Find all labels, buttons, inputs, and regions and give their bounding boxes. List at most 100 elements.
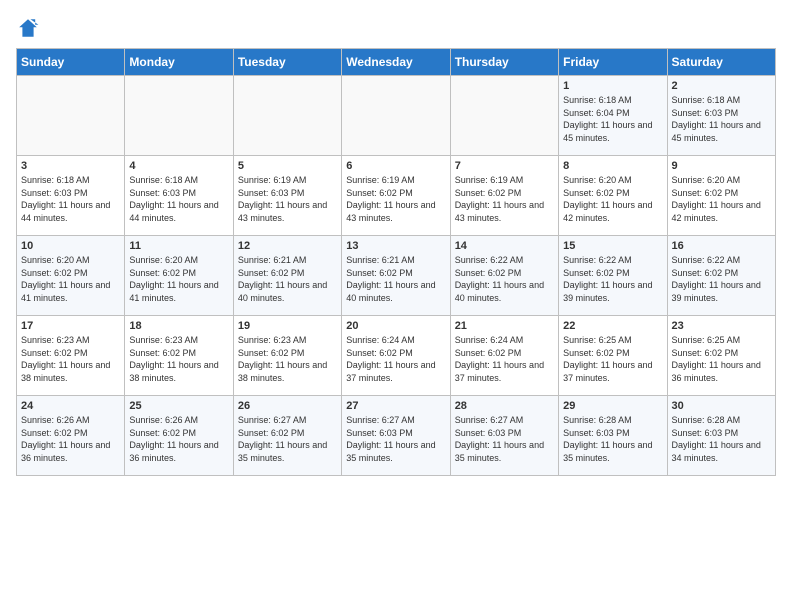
day-info: Sunrise: 6:23 AM Sunset: 6:02 PM Dayligh… — [129, 334, 228, 384]
day-number: 28 — [455, 400, 554, 412]
day-number: 13 — [346, 240, 445, 252]
calendar-table: SundayMondayTuesdayWednesdayThursdayFrid… — [16, 48, 776, 476]
day-number: 5 — [238, 160, 337, 172]
calendar-cell: 24 Sunrise: 6:26 AM Sunset: 6:02 PM Dayli… — [17, 396, 125, 476]
day-info: Sunrise: 6:28 AM Sunset: 6:03 PM Dayligh… — [563, 414, 662, 464]
day-number: 24 — [21, 400, 120, 412]
day-number: 9 — [672, 160, 771, 172]
day-info: Sunrise: 6:27 AM Sunset: 6:03 PM Dayligh… — [455, 414, 554, 464]
day-info: Sunrise: 6:27 AM Sunset: 6:02 PM Dayligh… — [238, 414, 337, 464]
calendar-cell: 17 Sunrise: 6:23 AM Sunset: 6:02 PM Dayli… — [17, 316, 125, 396]
calendar-cell: 30Sunrise: 6:28 AM Sunset: 6:03 PM Dayli… — [667, 396, 775, 476]
day-info: Sunrise: 6:23 AM Sunset: 6:02 PM Dayligh… — [21, 334, 120, 384]
day-info: Sunrise: 6:20 AM Sunset: 6:02 PM Dayligh… — [21, 254, 120, 304]
calendar-cell: 7 Sunrise: 6:19 AM Sunset: 6:02 PM Daylig… — [450, 156, 558, 236]
calendar-cell: 9 Sunrise: 6:20 AM Sunset: 6:02 PM Daylig… — [667, 156, 775, 236]
calendar-cell: 27 Sunrise: 6:27 AM Sunset: 6:03 PM Dayli… — [342, 396, 450, 476]
day-info: Sunrise: 6:26 AM Sunset: 6:02 PM Dayligh… — [21, 414, 120, 464]
col-header-friday: Friday — [559, 49, 667, 76]
calendar-cell: 2 Sunrise: 6:18 AM Sunset: 6:03 PM Daylig… — [667, 76, 775, 156]
day-number: 22 — [563, 320, 662, 332]
calendar-cell: 14Sunrise: 6:22 AM Sunset: 6:02 PM Dayli… — [450, 236, 558, 316]
day-info: Sunrise: 6:22 AM Sunset: 6:02 PM Dayligh… — [563, 254, 662, 304]
day-info: Sunrise: 6:22 AM Sunset: 6:02 PM Dayligh… — [672, 254, 771, 304]
day-info: Sunrise: 6:26 AM Sunset: 6:02 PM Dayligh… — [129, 414, 228, 464]
col-header-thursday: Thursday — [450, 49, 558, 76]
calendar-cell: 8 Sunrise: 6:20 AM Sunset: 6:02 PM Daylig… — [559, 156, 667, 236]
day-number: 12 — [238, 240, 337, 252]
day-number: 2 — [672, 80, 771, 92]
day-number: 27 — [346, 400, 445, 412]
page-header — [16, 16, 776, 40]
calendar-header-row: SundayMondayTuesdayWednesdayThursdayFrid… — [17, 49, 776, 76]
calendar-cell: 21Sunrise: 6:24 AM Sunset: 6:02 PM Dayli… — [450, 316, 558, 396]
calendar-cell: 4 Sunrise: 6:18 AM Sunset: 6:03 PM Daylig… — [125, 156, 233, 236]
day-info: Sunrise: 6:24 AM Sunset: 6:02 PM Dayligh… — [455, 334, 554, 384]
day-number: 20 — [346, 320, 445, 332]
day-info: Sunrise: 6:25 AM Sunset: 6:02 PM Dayligh… — [672, 334, 771, 384]
calendar-cell — [125, 76, 233, 156]
day-info: Sunrise: 6:18 AM Sunset: 6:03 PM Dayligh… — [672, 94, 771, 144]
calendar-cell: 23 Sunrise: 6:25 AM Sunset: 6:02 PM Dayli… — [667, 316, 775, 396]
day-number: 18 — [129, 320, 228, 332]
day-info: Sunrise: 6:19 AM Sunset: 6:02 PM Dayligh… — [455, 174, 554, 224]
calendar-week-row: 10Sunrise: 6:20 AM Sunset: 6:02 PM Dayli… — [17, 236, 776, 316]
calendar-cell: 12 Sunrise: 6:21 AM Sunset: 6:02 PM Dayli… — [233, 236, 341, 316]
day-info: Sunrise: 6:19 AM Sunset: 6:03 PM Dayligh… — [238, 174, 337, 224]
calendar-cell — [450, 76, 558, 156]
day-number: 6 — [346, 160, 445, 172]
day-info: Sunrise: 6:18 AM Sunset: 6:03 PM Dayligh… — [21, 174, 120, 224]
col-header-monday: Monday — [125, 49, 233, 76]
calendar-cell: 6Sunrise: 6:19 AM Sunset: 6:02 PM Daylig… — [342, 156, 450, 236]
day-info: Sunrise: 6:20 AM Sunset: 6:02 PM Dayligh… — [563, 174, 662, 224]
calendar-cell: 28 Sunrise: 6:27 AM Sunset: 6:03 PM Dayli… — [450, 396, 558, 476]
calendar-cell: 5 Sunrise: 6:19 AM Sunset: 6:03 PM Daylig… — [233, 156, 341, 236]
day-info: Sunrise: 6:20 AM Sunset: 6:02 PM Dayligh… — [672, 174, 771, 224]
calendar-cell: 29 Sunrise: 6:28 AM Sunset: 6:03 PM Dayli… — [559, 396, 667, 476]
day-info: Sunrise: 6:23 AM Sunset: 6:02 PM Dayligh… — [238, 334, 337, 384]
day-number: 26 — [238, 400, 337, 412]
logo — [16, 16, 42, 40]
calendar-cell: 3 Sunrise: 6:18 AM Sunset: 6:03 PM Daylig… — [17, 156, 125, 236]
calendar-week-row: 17 Sunrise: 6:23 AM Sunset: 6:02 PM Dayli… — [17, 316, 776, 396]
day-number: 1 — [563, 80, 662, 92]
calendar-cell: 18 Sunrise: 6:23 AM Sunset: 6:02 PM Dayli… — [125, 316, 233, 396]
day-number: 14 — [455, 240, 554, 252]
calendar-week-row: 1 Sunrise: 6:18 AM Sunset: 6:04 PM Daylig… — [17, 76, 776, 156]
col-header-wednesday: Wednesday — [342, 49, 450, 76]
calendar-cell: 15 Sunrise: 6:22 AM Sunset: 6:02 PM Dayli… — [559, 236, 667, 316]
day-info: Sunrise: 6:18 AM Sunset: 6:04 PM Dayligh… — [563, 94, 662, 144]
calendar-cell — [233, 76, 341, 156]
calendar-cell: 11 Sunrise: 6:20 AM Sunset: 6:02 PM Dayli… — [125, 236, 233, 316]
day-number: 11 — [129, 240, 228, 252]
day-info: Sunrise: 6:27 AM Sunset: 6:03 PM Dayligh… — [346, 414, 445, 464]
day-info: Sunrise: 6:24 AM Sunset: 6:02 PM Dayligh… — [346, 334, 445, 384]
day-info: Sunrise: 6:25 AM Sunset: 6:02 PM Dayligh… — [563, 334, 662, 384]
col-header-saturday: Saturday — [667, 49, 775, 76]
calendar-cell: 16 Sunrise: 6:22 AM Sunset: 6:02 PM Dayli… — [667, 236, 775, 316]
calendar-week-row: 3 Sunrise: 6:18 AM Sunset: 6:03 PM Daylig… — [17, 156, 776, 236]
day-number: 7 — [455, 160, 554, 172]
calendar-cell: 19 Sunrise: 6:23 AM Sunset: 6:02 PM Dayli… — [233, 316, 341, 396]
calendar-cell: 10Sunrise: 6:20 AM Sunset: 6:02 PM Dayli… — [17, 236, 125, 316]
calendar-cell: 26 Sunrise: 6:27 AM Sunset: 6:02 PM Dayli… — [233, 396, 341, 476]
col-header-tuesday: Tuesday — [233, 49, 341, 76]
day-number: 23 — [672, 320, 771, 332]
day-number: 4 — [129, 160, 228, 172]
calendar-cell — [17, 76, 125, 156]
day-number: 17 — [21, 320, 120, 332]
calendar-week-row: 24 Sunrise: 6:26 AM Sunset: 6:02 PM Dayli… — [17, 396, 776, 476]
day-number: 25 — [129, 400, 228, 412]
day-info: Sunrise: 6:18 AM Sunset: 6:03 PM Dayligh… — [129, 174, 228, 224]
day-number: 8 — [563, 160, 662, 172]
day-info: Sunrise: 6:21 AM Sunset: 6:02 PM Dayligh… — [238, 254, 337, 304]
day-info: Sunrise: 6:20 AM Sunset: 6:02 PM Dayligh… — [129, 254, 228, 304]
day-number: 16 — [672, 240, 771, 252]
day-number: 15 — [563, 240, 662, 252]
calendar-cell: 22 Sunrise: 6:25 AM Sunset: 6:02 PM Dayli… — [559, 316, 667, 396]
day-number: 3 — [21, 160, 120, 172]
day-number: 19 — [238, 320, 337, 332]
day-number: 29 — [563, 400, 662, 412]
calendar-cell: 1 Sunrise: 6:18 AM Sunset: 6:04 PM Daylig… — [559, 76, 667, 156]
calendar-cell: 25 Sunrise: 6:26 AM Sunset: 6:02 PM Dayli… — [125, 396, 233, 476]
